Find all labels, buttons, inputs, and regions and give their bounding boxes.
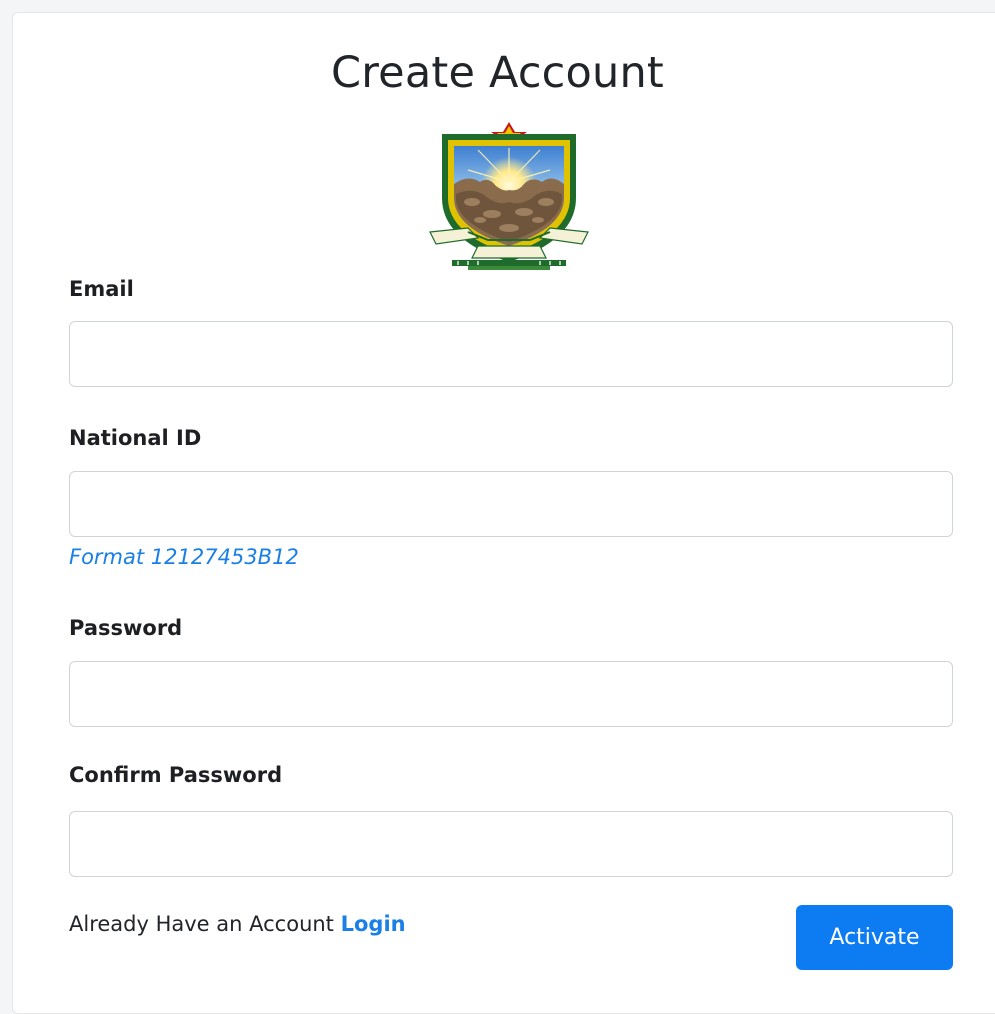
confirm-password-field[interactable]: [69, 811, 953, 877]
login-prompt: Already Have an Account Login: [69, 914, 406, 935]
coat-of-arms-emblem-icon: [429, 122, 589, 270]
email-field[interactable]: [69, 321, 953, 387]
email-label: Email: [69, 277, 134, 301]
national-id-format-hint: Format 12127453B12: [69, 545, 299, 569]
confirm-password-label: Confirm Password: [69, 763, 283, 787]
national-id-label: National ID: [69, 426, 202, 450]
login-link[interactable]: Login: [341, 912, 406, 936]
activate-button[interactable]: Activate: [796, 905, 953, 970]
password-label: Password: [69, 616, 183, 640]
national-id-field[interactable]: [69, 471, 953, 537]
page-title: Create Account: [331, 48, 664, 98]
password-field[interactable]: [69, 661, 953, 727]
login-prompt-text: Already Have an Account: [69, 912, 334, 936]
